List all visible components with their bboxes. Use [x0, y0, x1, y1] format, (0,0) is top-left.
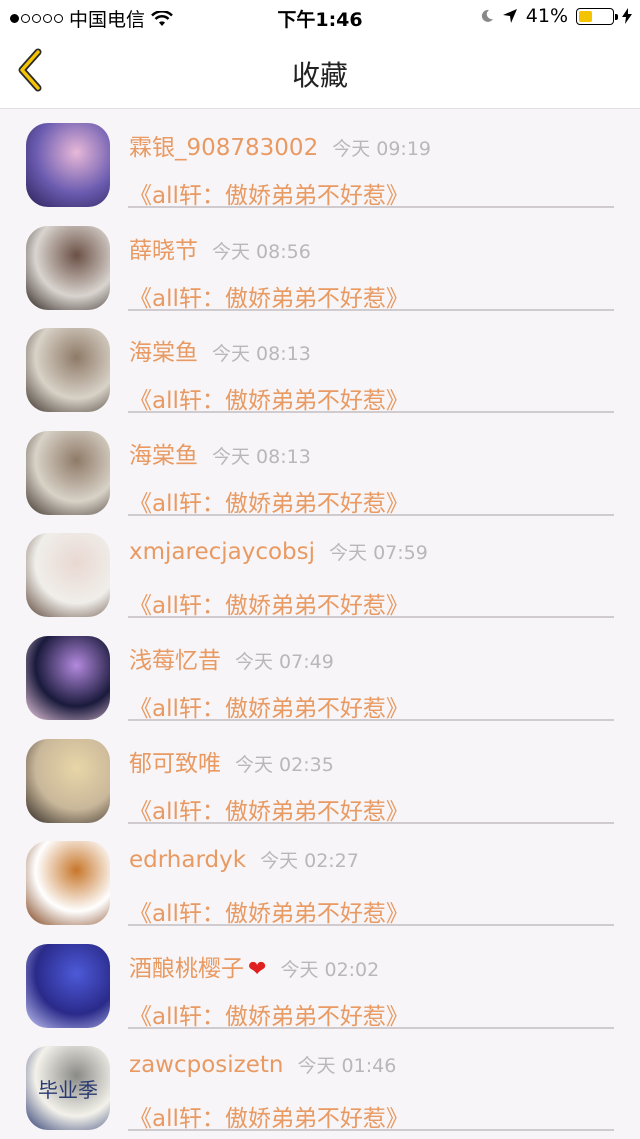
timestamp: 今天 02:35	[235, 753, 334, 776]
list-item[interactable]: 毕业季 zawcposizetn 今天 01:46 《all轩：傲娇弟弟不好惹》	[0, 1031, 640, 1134]
navigation-bar: 收藏	[0, 34, 640, 109]
user-name-line: 海棠鱼 今天 08:13	[129, 333, 311, 367]
status-bar: 中国电信 下午1:46 41%	[0, 0, 640, 34]
user-name[interactable]: 薛晓节	[129, 238, 198, 264]
avatar[interactable]	[26, 123, 110, 207]
user-name[interactable]: 霖银_908783002	[129, 135, 318, 161]
list-item[interactable]: 酒酿桃樱子 ❤ 今天 02:02 《all轩：傲娇弟弟不好惹》	[0, 929, 640, 1032]
row-divider	[128, 718, 614, 721]
timestamp: 今天 07:59	[329, 542, 428, 565]
timestamp: 今天 08:13	[212, 445, 311, 468]
user-name[interactable]: edrhardyk	[129, 847, 246, 873]
user-name-line: 薛晓节 今天 08:56	[129, 231, 311, 265]
timestamp: 今天 02:27	[260, 850, 359, 873]
user-name-line: 酒酿桃樱子 ❤ 今天 02:02	[129, 949, 379, 983]
row-divider	[128, 206, 614, 208]
work-title[interactable]: 《all轩：傲娇弟弟不好惹》	[129, 997, 409, 1031]
avatar[interactable]	[26, 430, 110, 515]
timestamp: 今天 08:56	[212, 240, 311, 263]
list-item[interactable]: 海棠鱼 今天 08:13 《all轩：傲娇弟弟不好惹》	[0, 313, 640, 416]
page-title: 收藏	[291, 59, 348, 92]
row-divider	[128, 1026, 614, 1029]
list-item[interactable]: 薛晓节 今天 08:56 《all轩：傲娇弟弟不好惹》	[0, 211, 640, 314]
list-item[interactable]: 浅莓忆昔 今天 07:49 《all轩：傲娇弟弟不好惹》	[0, 621, 640, 724]
user-name-line: 浅莓忆昔 今天 07:49	[129, 641, 334, 675]
favorites-list: 霖银_908783002 今天 09:19 《all轩：傲娇弟弟不好惹》 薛晓节 今天 …	[0, 108, 640, 1134]
user-name-line: edrhardyk 今天 02:27	[129, 846, 359, 873]
row-divider	[128, 1129, 614, 1132]
work-title[interactable]: 《all轩：傲娇弟弟不好惹》	[129, 381, 409, 415]
row-divider	[128, 411, 614, 414]
timestamp: 今天 08:13	[212, 343, 311, 366]
avatar[interactable]	[26, 225, 110, 310]
list-item[interactable]: xmjarecjaycobsj 今天 07:59 《all轩：傲娇弟弟不好惹》	[0, 518, 640, 621]
row-divider	[128, 924, 614, 927]
work-title[interactable]: 《all轩：傲娇弟弟不好惹》	[129, 176, 409, 210]
row-divider	[128, 616, 614, 619]
list-item[interactable]: 郁可致唯 今天 02:35 《all轩：傲娇弟弟不好惹》	[0, 724, 640, 827]
location-arrow-icon	[502, 9, 517, 23]
user-name[interactable]: 海棠鱼	[129, 443, 198, 469]
avatar[interactable]	[26, 328, 110, 413]
user-name-line: 海棠鱼 今天 08:13	[129, 436, 311, 470]
user-name[interactable]: 酒酿桃樱子	[129, 956, 244, 982]
charging-bolt-icon	[622, 8, 632, 24]
work-title[interactable]: 《all轩：傲娇弟弟不好惹》	[129, 689, 409, 723]
user-name-line: 郁可致唯 今天 02:35	[129, 744, 334, 778]
work-title[interactable]: 《all轩：傲娇弟弟不好惹》	[129, 792, 409, 826]
work-title[interactable]: 《all轩：傲娇弟弟不好惹》	[129, 894, 409, 928]
user-name[interactable]: 郁可致唯	[129, 751, 221, 777]
avatar[interactable]	[26, 533, 110, 618]
timestamp: 今天 01:46	[297, 1055, 397, 1078]
user-name-line: xmjarecjaycobsj 今天 07:59	[129, 538, 428, 565]
battery-percent: 41%	[525, 5, 568, 27]
list-item[interactable]: edrhardyk 今天 02:27 《all轩：傲娇弟弟不好惹》	[0, 826, 640, 929]
work-title[interactable]: 《all轩：傲娇弟弟不好惹》	[129, 586, 409, 620]
user-name[interactable]: 浅莓忆昔	[129, 648, 221, 674]
avatar[interactable]	[26, 738, 110, 823]
row-divider	[128, 513, 614, 516]
list-item[interactable]: 海棠鱼 今天 08:13 《all轩：傲娇弟弟不好惹》	[0, 416, 640, 519]
avatar-text: 毕业季	[38, 1078, 98, 1103]
timestamp: 今天 09:19	[332, 138, 431, 160]
user-name-line: 霖银_908783002 今天 09:19	[129, 128, 431, 162]
avatar[interactable]	[26, 635, 110, 720]
heart-icon: ❤	[248, 956, 267, 982]
work-title[interactable]: 《all轩：傲娇弟弟不好惹》	[129, 484, 409, 518]
user-name[interactable]: zawcposizetn	[129, 1052, 284, 1078]
list-item[interactable]: 霖银_908783002 今天 09:19 《all轩：傲娇弟弟不好惹》	[0, 108, 640, 211]
user-name[interactable]: xmjarecjaycobsj	[129, 539, 315, 565]
timestamp: 今天 02:02	[280, 958, 380, 981]
avatar[interactable]	[26, 841, 110, 926]
row-divider	[128, 308, 614, 311]
moon-icon	[481, 9, 493, 22]
row-divider	[128, 821, 614, 824]
battery-icon	[576, 7, 618, 25]
user-name[interactable]: 海棠鱼	[129, 340, 198, 366]
work-title[interactable]: 《all轩：傲娇弟弟不好惹》	[129, 1099, 409, 1133]
timestamp: 今天 07:49	[235, 650, 334, 673]
work-title[interactable]: 《all轩：傲娇弟弟不好惹》	[129, 279, 409, 313]
avatar[interactable]: 毕业季	[26, 1046, 110, 1131]
avatar[interactable]	[26, 943, 110, 1028]
status-right: 41%	[480, 5, 632, 27]
user-name-line: zawcposizetn 今天 01:46	[129, 1051, 396, 1078]
